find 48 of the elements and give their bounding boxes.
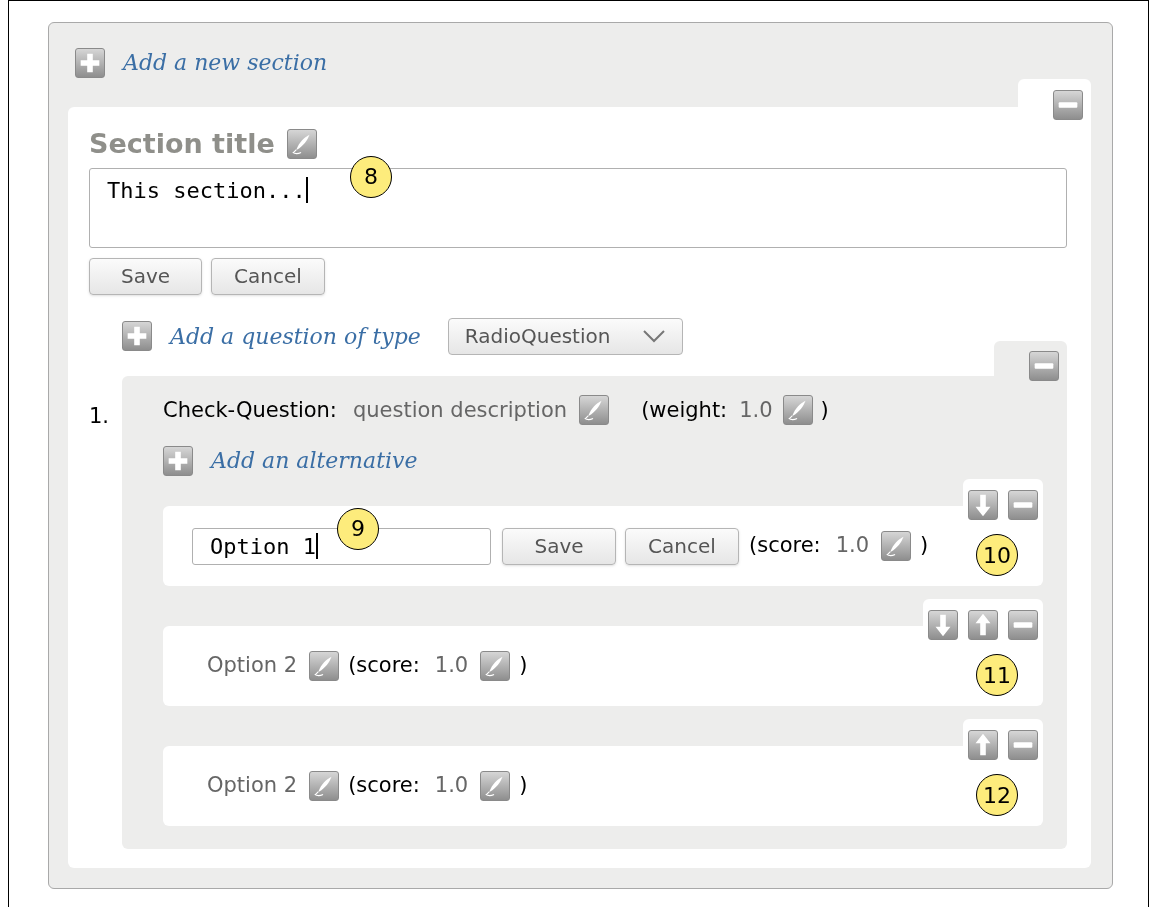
minus-icon[interactable] (1029, 350, 1059, 381)
score-close: ) (519, 772, 528, 800)
weight-label: (weight: (641, 396, 728, 424)
plus-icon[interactable] (75, 47, 105, 78)
score-close: ) (519, 652, 528, 680)
add-link[interactable]: Add an alternative (211, 444, 418, 477)
question-type: Check-Question: (163, 396, 337, 424)
minus-icon[interactable] (1053, 90, 1083, 120)
form-button[interactable]: Cancel (625, 527, 739, 565)
question-description: question description (352, 396, 568, 424)
form-button[interactable]: Save (502, 527, 616, 565)
callout-marker: 11 (976, 654, 1018, 696)
score-label: (score: (348, 652, 420, 680)
callout-marker: 12 (976, 774, 1018, 816)
pencil-icon[interactable] (782, 395, 813, 426)
minus-icon[interactable] (1008, 490, 1038, 520)
pencil-icon[interactable] (881, 531, 912, 561)
callout-marker: 10 (976, 534, 1018, 576)
minus-icon[interactable] (1008, 730, 1038, 760)
score-close: ) (920, 532, 929, 560)
score-label: (score: (749, 532, 821, 560)
add-link[interactable]: Add a new section (123, 46, 328, 79)
pencil-icon[interactable] (309, 651, 340, 681)
weight-value: 1.0 (739, 396, 773, 424)
option-label: Option 2 (207, 772, 298, 800)
form-button[interactable]: Cancel (211, 257, 325, 295)
score-label: (score: (348, 772, 420, 800)
callout-marker: 8 (350, 155, 392, 198)
pencil-icon[interactable] (480, 651, 511, 681)
score-value: 1.0 (434, 772, 469, 800)
option-label: Option 2 (207, 652, 298, 680)
pencil-icon[interactable] (286, 129, 317, 160)
type-dropdown[interactable]: RadioQuestion (447, 317, 683, 355)
plus-icon[interactable] (163, 445, 193, 476)
question-number: 1. (89, 402, 111, 430)
pencil-icon[interactable] (480, 771, 511, 801)
pencil-icon[interactable] (579, 395, 610, 426)
caret-icon (641, 329, 666, 343)
plus-icon[interactable] (122, 321, 152, 351)
add-link[interactable]: Add a question of type (170, 319, 421, 353)
minus-icon[interactable] (1008, 610, 1038, 640)
callout-marker: 9 (337, 507, 379, 550)
pencil-icon[interactable] (309, 771, 340, 801)
section-title: Section title (89, 127, 275, 161)
score-value: 1.0 (835, 532, 870, 560)
form-button[interactable]: Save (89, 257, 202, 295)
score-value: 1.0 (434, 652, 469, 680)
weight-close: ) (820, 396, 829, 424)
